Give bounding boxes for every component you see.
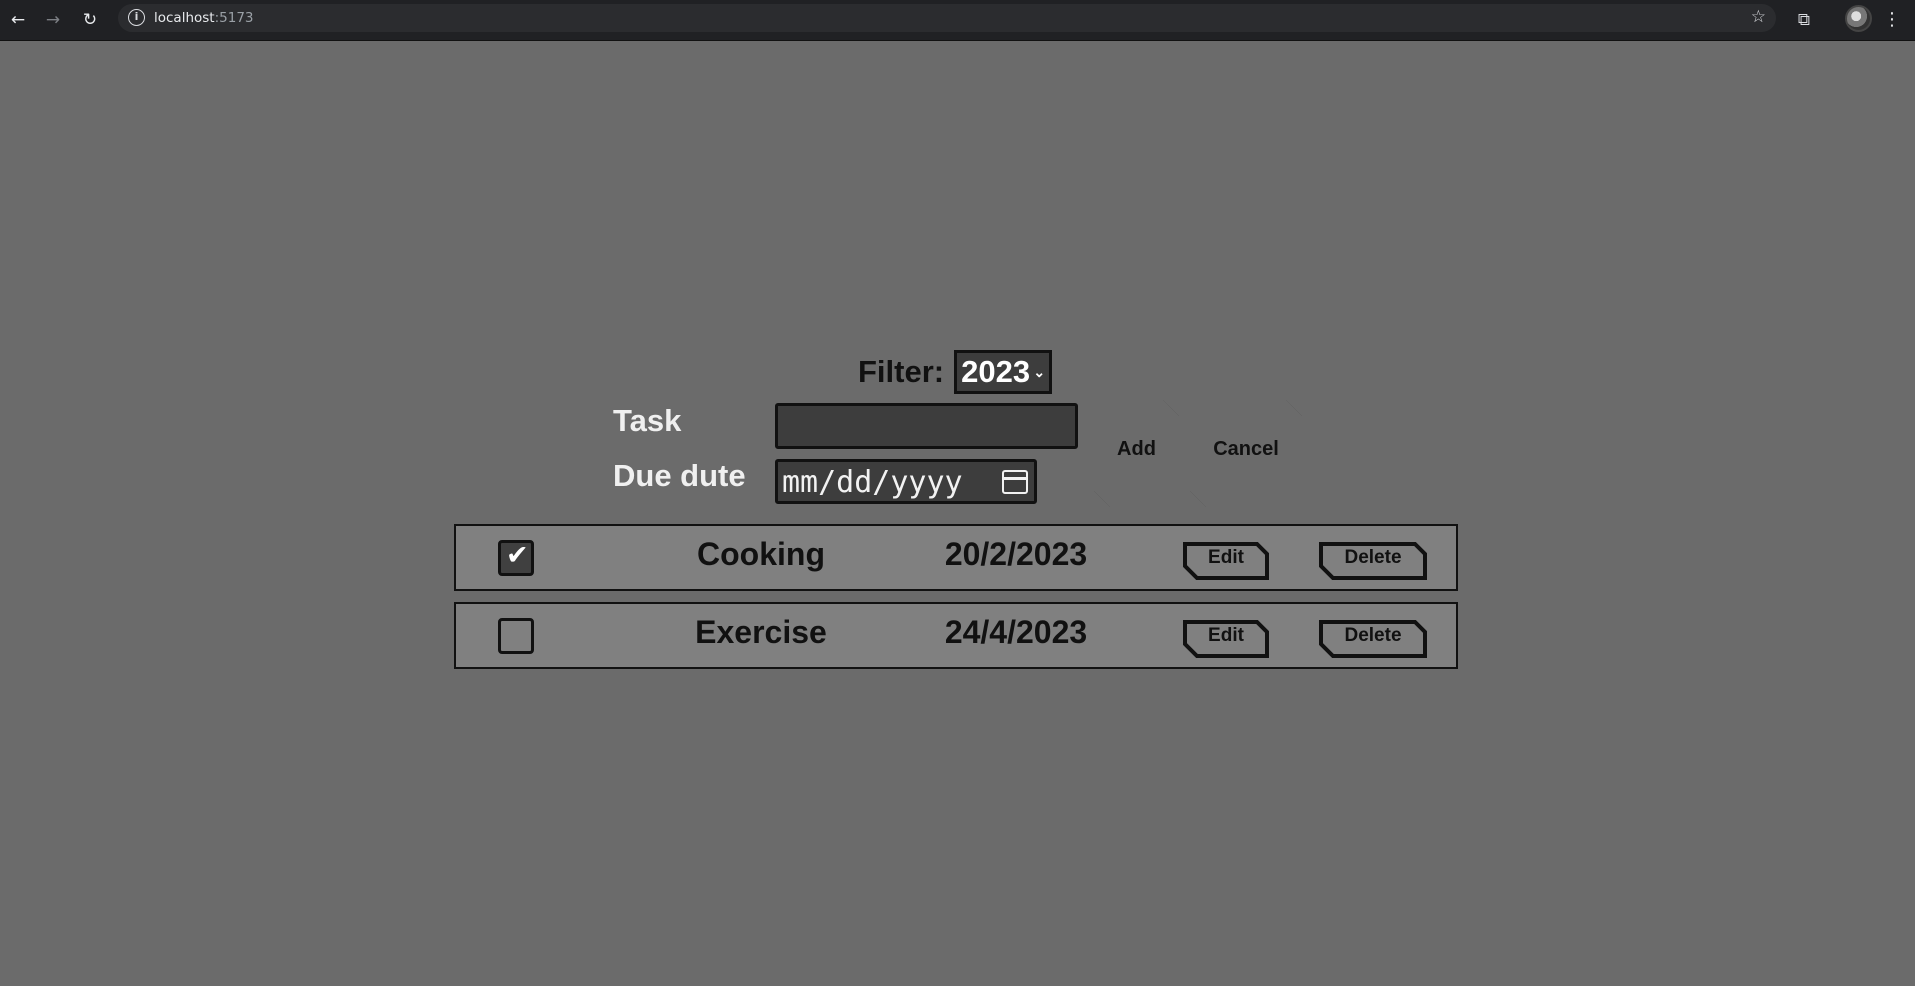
cancel-button[interactable]: Cancel bbox=[1190, 400, 1302, 507]
filter-label: Filter: bbox=[858, 354, 945, 389]
url-host: localhost bbox=[154, 10, 215, 26]
task-row: Exercise 24/4/2023 Edit Delete bbox=[454, 602, 1458, 669]
add-button[interactable]: Add bbox=[1094, 400, 1179, 507]
task-date: 20/2/2023 bbox=[944, 536, 1088, 572]
checkmark-icon: ✔ bbox=[506, 540, 529, 571]
url-text: localhost:5173 bbox=[154, 10, 254, 26]
task-name: Exercise bbox=[695, 614, 827, 650]
year-filter-select[interactable]: 2023 ⌄ bbox=[954, 350, 1053, 394]
task-done-checkbox[interactable]: ✔ bbox=[498, 540, 534, 576]
delete-button[interactable]: Delete bbox=[1319, 620, 1427, 658]
browser-toolbar: ← → ↻ i localhost:5173 ☆ ⧉ ⋮ bbox=[0, 0, 1915, 41]
task-date: 24/4/2023 bbox=[944, 614, 1088, 650]
task-input[interactable] bbox=[775, 403, 1078, 449]
edit-button[interactable]: Edit bbox=[1183, 542, 1269, 580]
year-filter-value: 2023 bbox=[961, 354, 1031, 389]
due-date-input[interactable]: mm/dd/yyyy bbox=[775, 459, 1037, 504]
bookmark-star-icon[interactable]: ☆ bbox=[1751, 7, 1766, 27]
filter-row: Filter: 2023 ⌄ bbox=[858, 350, 1053, 394]
task-name: Cooking bbox=[697, 536, 825, 572]
profile-avatar[interactable] bbox=[1845, 5, 1872, 32]
reload-icon[interactable]: ↻ bbox=[78, 8, 102, 32]
menu-dots-icon[interactable]: ⋮ bbox=[1880, 8, 1904, 32]
task-row: ✔ Cooking 20/2/2023 Edit Delete bbox=[454, 524, 1458, 591]
date-placeholder: mm/dd/yyyy bbox=[782, 465, 963, 500]
address-bar[interactable]: i localhost:5173 ☆ bbox=[118, 4, 1776, 32]
task-label: Task bbox=[613, 403, 682, 438]
url-port: :5173 bbox=[214, 10, 254, 26]
delete-button[interactable]: Delete bbox=[1319, 542, 1427, 580]
site-info-icon[interactable]: i bbox=[128, 9, 145, 26]
task-done-checkbox[interactable] bbox=[498, 618, 534, 654]
due-date-label: Due dute bbox=[613, 458, 746, 493]
edit-button[interactable]: Edit bbox=[1183, 620, 1269, 658]
extensions-icon[interactable]: ⧉ bbox=[1792, 8, 1816, 32]
forward-arrow-icon[interactable]: → bbox=[41, 8, 65, 32]
back-arrow-icon[interactable]: ← bbox=[6, 8, 30, 32]
calendar-icon[interactable] bbox=[1002, 470, 1028, 494]
chevron-down-icon: ⌄ bbox=[1033, 364, 1046, 380]
